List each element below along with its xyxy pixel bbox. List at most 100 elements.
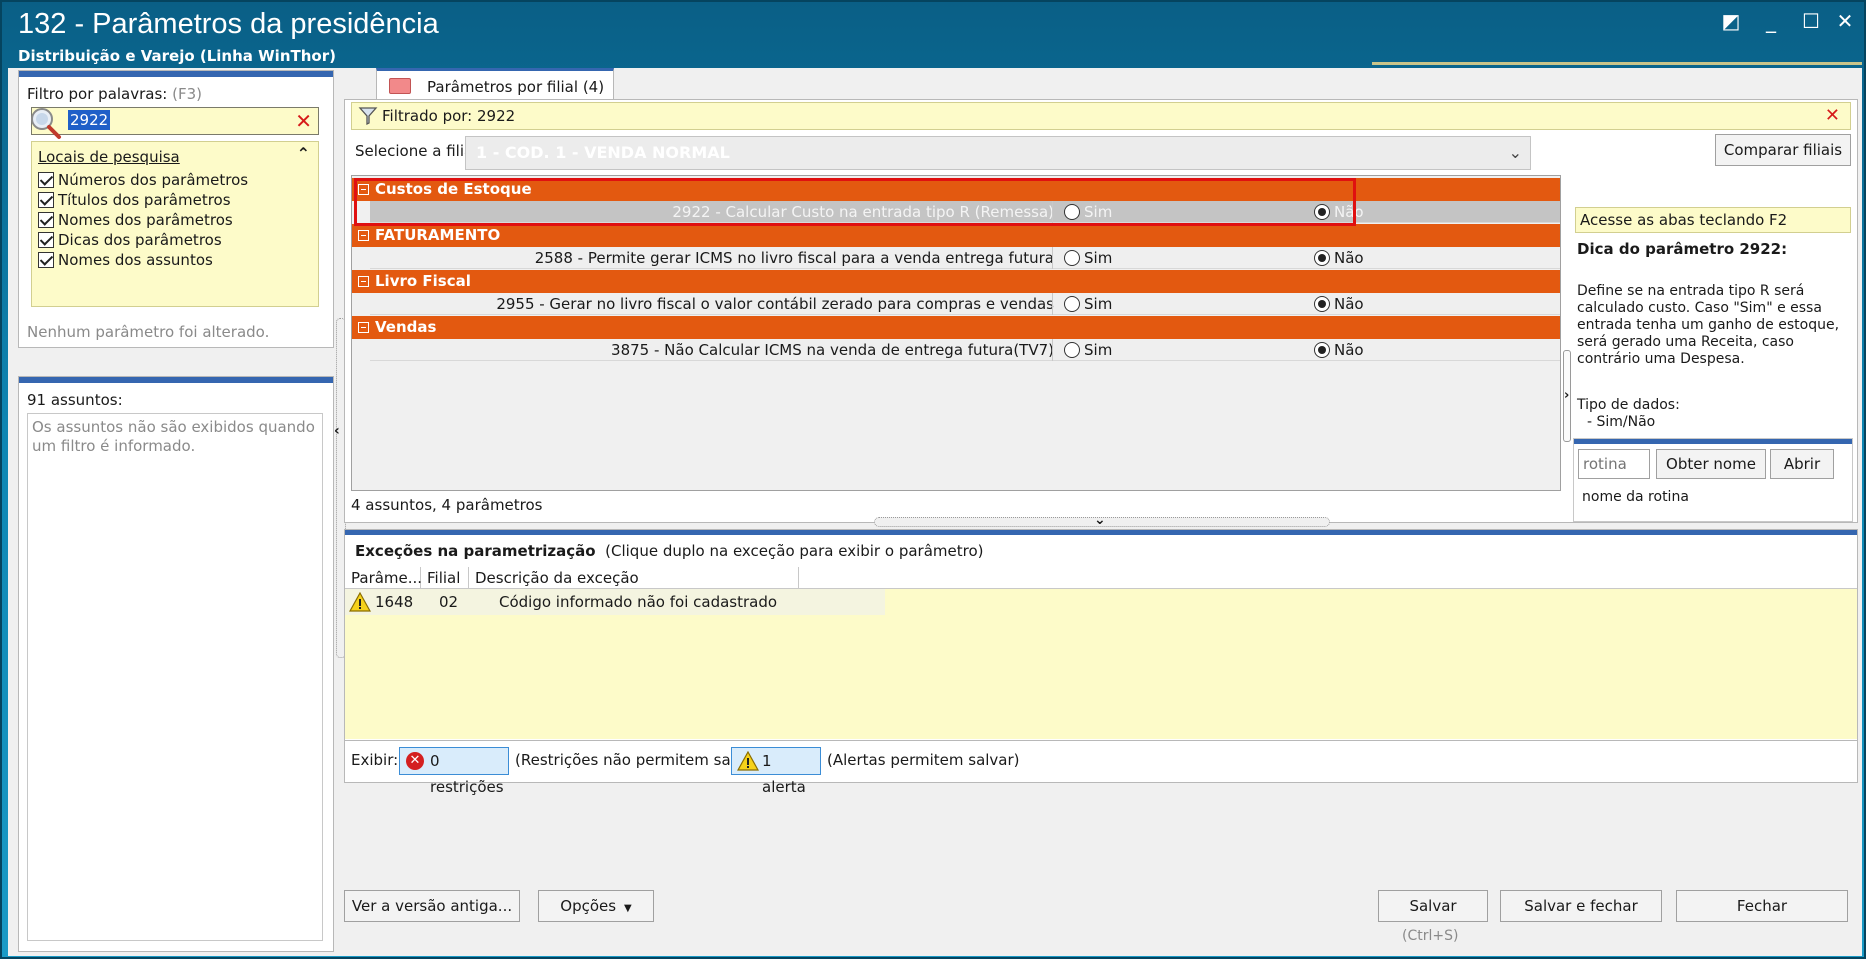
param-description: 2955 - Gerar no livro fiscal o valor con…: [496, 295, 1054, 313]
search-value: 2922: [68, 110, 111, 130]
param-row-2955[interactable]: 2955 - Gerar no livro fiscal o valor con…: [352, 293, 1560, 315]
group-name: Livro Fiscal: [375, 272, 471, 290]
checkbox-checked-icon[interactable]: [38, 192, 54, 208]
row-indent: [352, 247, 370, 269]
assuntos-panel: 91 assuntos: Os assuntos não são exibido…: [18, 376, 334, 952]
tip-body: Define se na entrada tipo R será calcula…: [1577, 283, 1840, 367]
collapse-group-icon[interactable]: [358, 184, 369, 195]
filial-select[interactable]: 1 - COD. 1 - VENDA NORMAL ⌄: [465, 136, 1531, 170]
checkbox-checked-icon[interactable]: [38, 172, 54, 188]
param-row-2922[interactable]: 2922 - Calcular Custo na entrada tipo R …: [352, 201, 1560, 223]
table-row[interactable]: 1648 02 Código informado não foi cadastr…: [345, 589, 885, 615]
status-text: Nenhum parâmetro foi alterado.: [27, 323, 270, 341]
group-row-livro-fiscal[interactable]: Livro Fiscal: [352, 270, 1560, 293]
checkbox-assuntos[interactable]: Nomes dos assuntos: [38, 250, 213, 270]
checkbox-numeros[interactable]: Números dos parâmetros: [38, 170, 248, 190]
collapse-group-icon[interactable]: [358, 230, 369, 241]
column-header-descricao[interactable]: Descrição da exceção: [469, 567, 799, 589]
radio-nao[interactable]: [1314, 204, 1330, 220]
close-button[interactable]: ✕: [1828, 8, 1862, 34]
group-row-vendas[interactable]: Vendas: [352, 316, 1560, 339]
rotina-nome-label: nome da rotina: [1582, 489, 1689, 505]
collapse-icon[interactable]: ⌃: [297, 144, 310, 163]
salvar-button[interactable]: Salvar: [1378, 890, 1488, 922]
search-input[interactable]: 2922 ✕: [31, 107, 319, 139]
chevron-left-icon[interactable]: ‹: [334, 423, 340, 439]
column-header-parametro[interactable]: Parâme...: [345, 567, 422, 589]
tab-label: Parâmetros por filial (4): [427, 78, 604, 96]
radio-nao[interactable]: [1314, 250, 1330, 266]
ver-versao-antiga-button[interactable]: Ver a versão antiga...: [344, 890, 520, 922]
param-description: 2922 - Calcular Custo na entrada tipo R …: [672, 203, 1054, 221]
column-header-filial[interactable]: Filial: [421, 567, 469, 589]
group-name: FATURAMENTO: [375, 226, 501, 244]
filter-bar: Filtrado por: 2922 ✕: [351, 102, 1851, 130]
exceptions-table: Parâme... Filial Descrição da exceção 16…: [345, 567, 1857, 739]
assuntos-list[interactable]: Os assuntos não são exibidos quando um f…: [27, 413, 323, 941]
exceptions-panel: Exceções na parametrização (Clique duplo…: [344, 529, 1858, 741]
radio-sim[interactable]: [1064, 204, 1080, 220]
opcoes-dropdown-button[interactable]: Opções ▼: [538, 890, 654, 922]
app-window: 132 - Parâmetros da presidência Distribu…: [0, 0, 1866, 959]
checkbox-label: Nomes dos assuntos: [58, 251, 213, 269]
exceptions-header: Exceções na parametrização (Clique duplo…: [355, 542, 983, 560]
radio-nao-label: Não: [1334, 203, 1364, 221]
alerta-toggle-button[interactable]: 1 alerta: [731, 747, 821, 796]
chevron-down-icon[interactable]: ⌄: [1094, 512, 1106, 528]
checkbox-checked-icon[interactable]: [38, 252, 54, 268]
checkbox-dicas[interactable]: Dicas dos parâmetros: [38, 230, 222, 250]
clear-search-icon[interactable]: ✕: [295, 109, 312, 133]
salvar-shortcut-hint: (Ctrl+S): [1402, 928, 1459, 944]
filter-shortcut-hint: (F3): [172, 85, 203, 103]
parameters-grid: Custos de Estoque 2922 - Calcular Custo …: [351, 175, 1561, 491]
group-name: Custos de Estoque: [375, 180, 532, 198]
alerta-label: 1 alerta: [762, 752, 806, 796]
param-row-3875[interactable]: 3875 - Não Calcular ICMS na venda de ent…: [352, 339, 1560, 361]
checkbox-checked-icon[interactable]: [38, 232, 54, 248]
radio-sim[interactable]: [1064, 296, 1080, 312]
collapse-group-icon[interactable]: [358, 322, 369, 333]
checkbox-label: Títulos dos parâmetros: [58, 191, 231, 209]
checkbox-label: Nomes dos parâmetros: [58, 211, 233, 229]
opcoes-label: Opções: [560, 897, 617, 915]
fechar-button[interactable]: Fechar: [1676, 890, 1848, 922]
exibir-label: Exibir:: [351, 751, 399, 769]
radio-sim[interactable]: [1064, 250, 1080, 266]
group-row-custos-de-estoque[interactable]: Custos de Estoque: [352, 178, 1560, 201]
restricoes-toggle-button[interactable]: ✕ 0 restrições: [399, 747, 509, 796]
clear-filter-icon[interactable]: ✕: [1825, 105, 1840, 126]
column-separator: [1052, 247, 1053, 269]
abrir-button[interactable]: Abrir: [1770, 449, 1834, 479]
comparar-filiais-button[interactable]: Comparar filiais: [1715, 134, 1851, 166]
column-separator: [1052, 201, 1053, 223]
checkbox-checked-icon[interactable]: [38, 212, 54, 228]
filter-panel: Filtro por palavras: (F3) 2922 ✕ Locais …: [18, 70, 334, 348]
checkbox-nomes[interactable]: Nomes dos parâmetros: [38, 210, 233, 230]
funnel-icon: [358, 107, 378, 126]
tab-parametros-por-filial[interactable]: Parâmetros por filial (4): [376, 68, 614, 100]
panel-topbar: [345, 530, 1857, 535]
obter-nome-button[interactable]: Obter nome: [1656, 449, 1766, 479]
exception-filial: 02: [439, 593, 459, 611]
radio-sim[interactable]: [1064, 342, 1080, 358]
radio-sim-label: Sim: [1084, 249, 1113, 267]
restore-icon[interactable]: ◩: [1714, 8, 1748, 34]
window-subtitle: Distribuição e Varejo (Linha WinThor): [18, 47, 336, 65]
salvar-e-fechar-button[interactable]: Salvar e fechar: [1500, 890, 1662, 922]
title-accent-line: [1372, 62, 1862, 65]
collapse-group-icon[interactable]: [358, 276, 369, 287]
minimize-button[interactable]: _: [1754, 8, 1788, 34]
maximize-button[interactable]: ☐: [1794, 8, 1828, 34]
exception-desc: Código informado não foi cadastrado: [499, 593, 778, 611]
chevron-right-icon[interactable]: ›: [1564, 388, 1569, 403]
group-row-faturamento[interactable]: FATURAMENTO: [352, 224, 1560, 247]
exceptions-subtitle: (Clique duplo na exceção para exibir o p…: [605, 542, 984, 560]
alerta-note: (Alertas permitem salvar): [827, 751, 1020, 769]
param-row-2588[interactable]: 2588 - Permite gerar ICMS no livro fisca…: [352, 247, 1560, 269]
filial-label: Selecione a filial:: [355, 142, 483, 160]
radio-nao[interactable]: [1314, 296, 1330, 312]
rotina-input[interactable]: [1578, 449, 1650, 479]
tab-count: (4): [582, 78, 605, 96]
radio-nao[interactable]: [1314, 342, 1330, 358]
checkbox-titulos[interactable]: Títulos dos parâmetros: [38, 190, 231, 210]
